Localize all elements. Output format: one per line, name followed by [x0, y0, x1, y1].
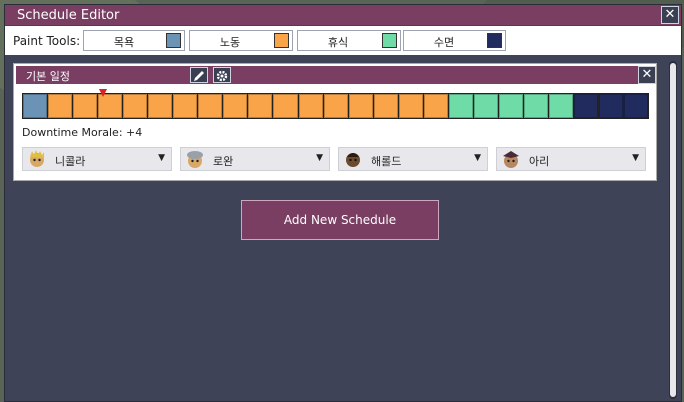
paint-tools-label: Paint Tools:	[13, 34, 81, 48]
schedule-block[interactable]	[223, 94, 248, 118]
dupe-ari-icon	[503, 151, 519, 168]
schedule-block[interactable]	[548, 94, 574, 118]
swatch-rest	[382, 33, 397, 48]
paint-tool-sleep[interactable]: 수면	[403, 30, 506, 51]
add-new-schedule-button[interactable]: Add New Schedule	[241, 200, 439, 240]
dropdown-arrow-icon: ▼	[632, 153, 639, 163]
delete-schedule-button[interactable]: ✕	[638, 66, 656, 84]
gear-icon	[216, 70, 228, 82]
window-close-button[interactable]: ✕	[661, 6, 679, 24]
window-titlebar: Schedule Editor ✕	[5, 5, 681, 25]
dupe-select-harold[interactable]: 해롤드 ▼	[338, 147, 488, 171]
rename-schedule-button[interactable]	[190, 67, 208, 83]
schedule-block[interactable]	[98, 94, 123, 118]
dupe-select-rowan[interactable]: 로완 ▼	[180, 147, 330, 171]
dropdown-arrow-icon: ▼	[158, 153, 165, 163]
dupe-nikola-icon	[30, 150, 44, 167]
dropdown-arrow-icon: ▼	[316, 153, 323, 163]
schedule-block[interactable]	[298, 94, 323, 118]
schedule-name: 기본 일정	[26, 70, 70, 83]
paint-toolbar: Paint Tools: 목욕 노동 휴식 수면	[5, 26, 681, 55]
schedule-card-header: 기본 일정 ✕	[16, 66, 656, 84]
schedule-block[interactable]	[173, 94, 198, 118]
dupe-rowan-icon	[187, 151, 203, 168]
schedule-block[interactable]	[599, 94, 624, 118]
paint-tool-bathe[interactable]: 목욕	[83, 30, 185, 51]
schedule-block[interactable]	[198, 94, 223, 118]
schedule-editor-window: Schedule Editor ✕ Paint Tools: 목욕 노동 휴식 …	[4, 4, 682, 402]
current-time-marker	[99, 89, 107, 97]
dupe-name: 아리	[529, 155, 550, 168]
vertical-scrollbar[interactable]	[669, 61, 677, 399]
schedule-block[interactable]	[523, 94, 548, 118]
close-icon: ✕	[664, 7, 676, 22]
dupe-name: 로완	[213, 155, 234, 168]
dupe-select-nikola[interactable]: 니콜라 ▼	[22, 147, 172, 171]
paint-tool-work[interactable]: 노동	[189, 30, 293, 51]
schedule-block[interactable]	[73, 94, 98, 118]
schedule-block[interactable]	[23, 94, 48, 118]
schedule-block[interactable]	[323, 94, 348, 118]
dupe-select-ari[interactable]: 아리 ▼	[496, 147, 646, 171]
scrollbar-thumb[interactable]	[670, 63, 676, 397]
paint-tool-label: 노동	[219, 36, 241, 49]
paint-tool-label: 수면	[433, 36, 455, 49]
paint-tool-rest[interactable]: 휴식	[297, 30, 401, 51]
schedule-card: 기본 일정 ✕ Downtime Morale: +4 니콜라 ▼ 로완 ▼ 해…	[13, 63, 657, 181]
schedule-block[interactable]	[574, 94, 599, 118]
schedule-block[interactable]	[373, 94, 398, 118]
schedule-block[interactable]	[148, 94, 173, 118]
schedule-block[interactable]	[248, 94, 273, 118]
window-title: Schedule Editor	[17, 8, 120, 23]
schedule-block[interactable]	[273, 94, 298, 118]
schedule-block[interactable]	[398, 94, 423, 118]
close-icon: ✕	[641, 67, 653, 82]
schedule-block[interactable]	[448, 94, 473, 118]
swatch-sleep	[487, 33, 502, 48]
schedule-block[interactable]	[624, 94, 649, 118]
swatch-work	[274, 33, 289, 48]
pencil-icon	[194, 71, 204, 81]
paint-tool-label: 휴식	[327, 36, 349, 49]
downtime-morale: Downtime Morale: +4	[22, 126, 143, 139]
schedule-block[interactable]	[348, 94, 373, 118]
paint-tool-label: 목욕	[113, 36, 135, 49]
dupe-name: 니콜라	[55, 155, 86, 168]
schedule-timeline[interactable]	[22, 93, 649, 119]
schedule-block[interactable]	[423, 94, 448, 118]
dropdown-arrow-icon: ▼	[474, 153, 481, 163]
schedule-block[interactable]	[473, 94, 498, 118]
dupe-name: 해롤드	[371, 155, 402, 168]
schedule-settings-button[interactable]	[213, 67, 231, 83]
schedule-block[interactable]	[498, 94, 523, 118]
swatch-bathe	[166, 33, 181, 48]
dupe-harold-icon	[346, 153, 360, 167]
schedule-block[interactable]	[123, 94, 148, 118]
schedule-block[interactable]	[48, 94, 73, 118]
